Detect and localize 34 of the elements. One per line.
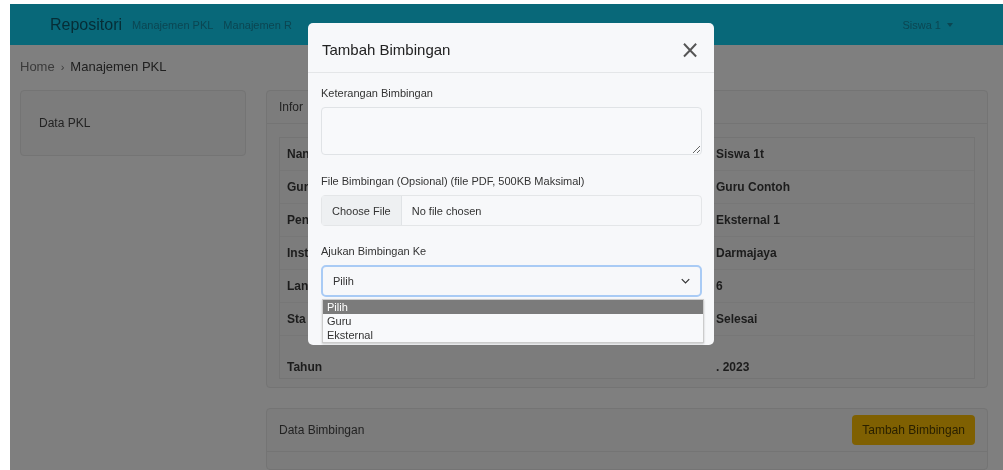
description-field[interactable] [321, 107, 702, 155]
table-cell-text: 6 [715, 279, 723, 293]
table-cell: Lan [287, 279, 309, 293]
breadcrumb-item: Manajemen PKL [70, 59, 167, 74]
modal-title: Tambah Bimbingan [322, 41, 451, 58]
card-title: Data Bimbingan [279, 423, 365, 437]
breadcrumb-item[interactable]: Home [20, 59, 55, 74]
table-cell-text: Siswa 1t [715, 147, 765, 161]
chevron-down-icon [681, 278, 690, 284]
table-cell-text: Eksternal 1 [715, 213, 781, 227]
select-field[interactable]: Pilih [321, 265, 702, 297]
table-cell: Inst [287, 246, 309, 260]
dropdown-option[interactable]: Guru [323, 314, 703, 328]
close-button[interactable]: × [679, 35, 700, 64]
table-cell: Tahun [287, 360, 323, 374]
breadcrumb-separator: › [60, 60, 65, 73]
file-status: No file chosen [410, 203, 483, 219]
caret-icon [947, 22, 953, 27]
add-guidance-button[interactable]: Tambah Bimbingan [852, 415, 975, 445]
table-cell-text: . 2023 [715, 360, 750, 374]
choose-file-button[interactable]: Choose File [322, 196, 402, 225]
table-cell-text: Selesai [715, 312, 758, 326]
field-label: File Bimbingan (Opsional) (file PDF, 500KB Maksimal) [321, 175, 586, 187]
brand-link[interactable]: Repositori [50, 15, 123, 34]
table-cell-text: Guru Contoh [715, 180, 790, 194]
sidebar-item[interactable]: Data PKL [39, 116, 91, 130]
dropdown-option[interactable]: Pilih [323, 300, 703, 314]
table-cell: Gur [287, 180, 309, 194]
dropdown-option[interactable]: Eksternal [323, 328, 703, 342]
table-cell: Pen [287, 213, 309, 227]
field-label: Ajukan Bimbingan Ke [321, 245, 428, 257]
table-cell-text: Darmajaya [715, 246, 777, 260]
table-cell: Sta [287, 312, 306, 326]
file-input[interactable]: Choose File No file chosen [321, 195, 702, 226]
